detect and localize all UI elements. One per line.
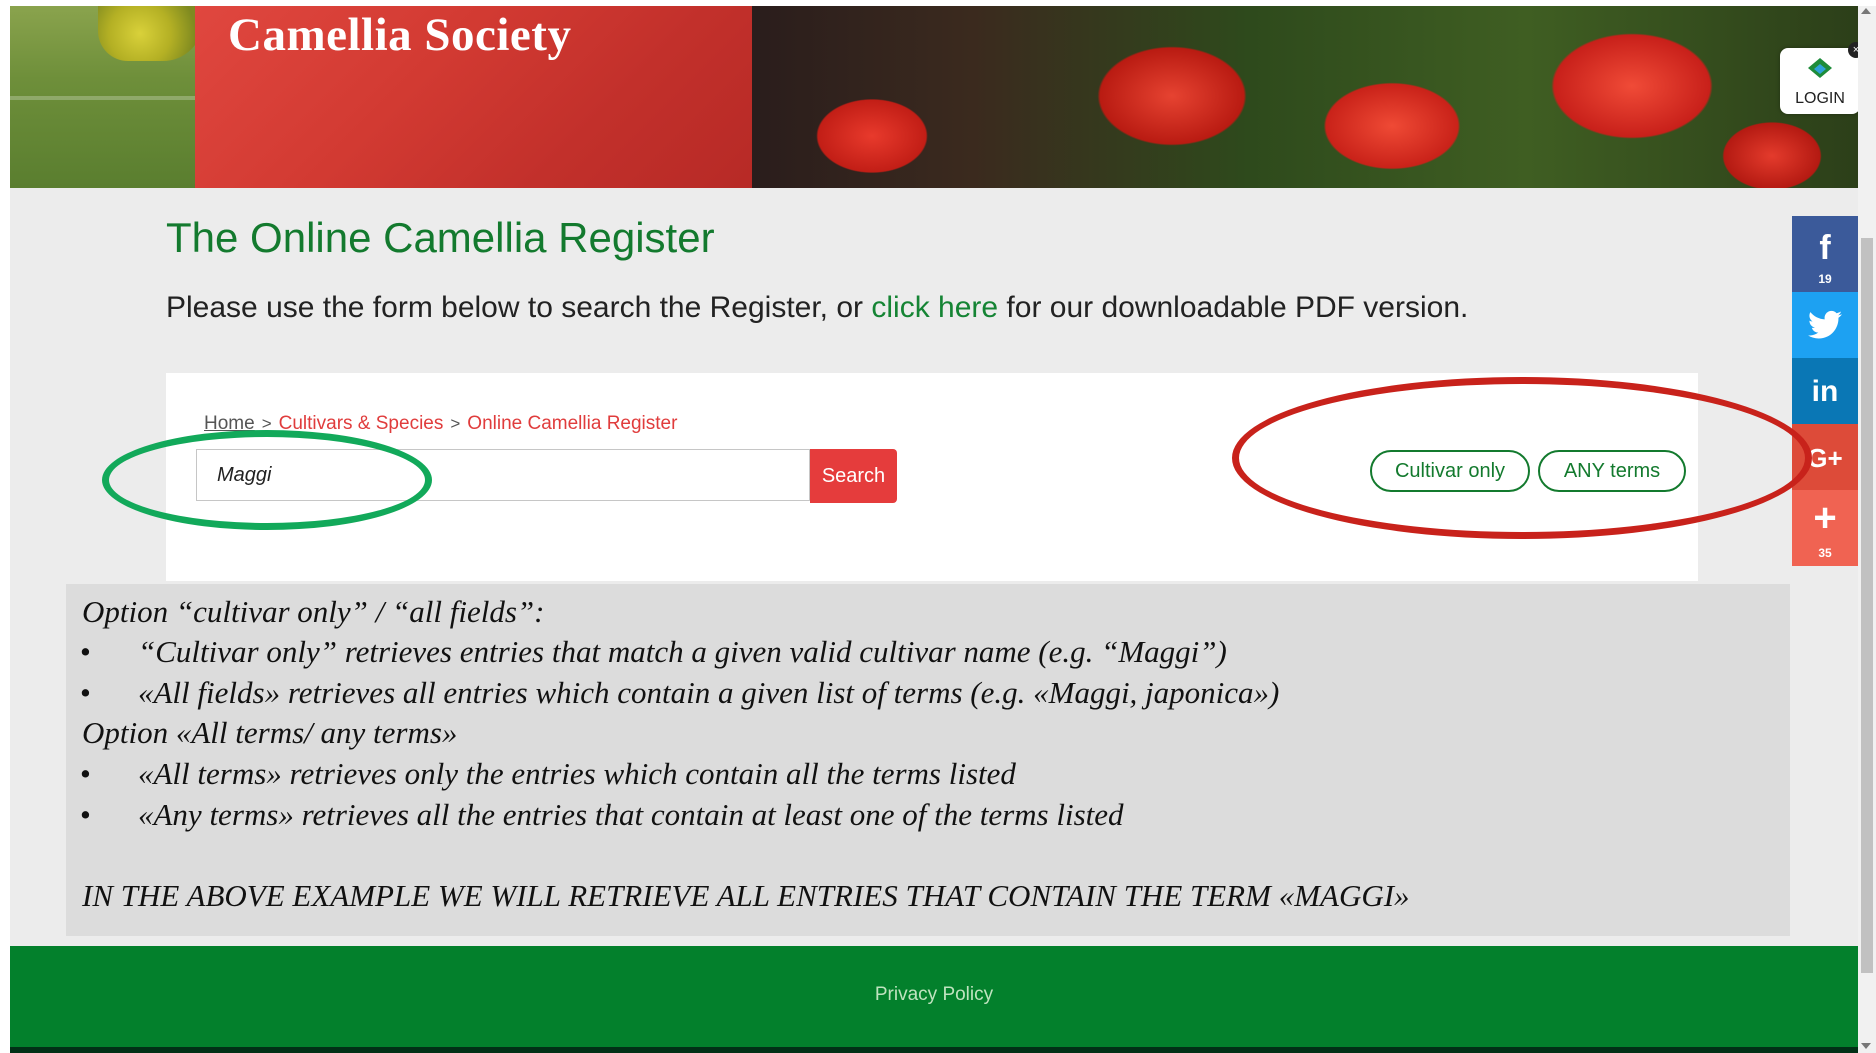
banner-camellia-image — [752, 6, 1858, 188]
facebook-share-button[interactable]: f 19 — [1792, 216, 1858, 292]
twitter-share-button[interactable] — [1792, 292, 1858, 358]
notes-all-terms: «All terms» retrieves only the entries w… — [138, 756, 1016, 791]
notes-cultivar-only: “Cultivar only” retrieves entries that m… — [138, 634, 1227, 669]
social-share-bar: f 19 in G+ + 35 — [1792, 216, 1858, 566]
intro-text-after: for our downloadable PDF version. — [998, 291, 1469, 324]
banner-lawn-stripe — [10, 96, 195, 100]
site-title[interactable]: Camellia Society — [228, 8, 571, 62]
notes-bullet: • — [80, 797, 91, 832]
notes-heading-cultivar: Option “cultivar only” / “all fields”: — [82, 594, 545, 629]
banner-shrub — [98, 6, 203, 61]
scrollbar-thumb[interactable] — [1861, 238, 1873, 973]
notes-heading-terms: Option «All terms/ any terms» — [82, 715, 458, 750]
notes-conclusion: IN THE ABOVE EXAMPLE WE WILL RETRIEVE AL… — [82, 878, 1410, 913]
header-banner: Camellia Society — [10, 6, 1858, 188]
pdf-download-link[interactable]: click here — [871, 291, 998, 324]
breadcrumb-separator-icon: > — [450, 414, 461, 433]
facebook-icon: f — [1819, 229, 1831, 267]
scroll-down-arrow-icon[interactable] — [1861, 1043, 1871, 1049]
search-highlight-ellipse — [102, 430, 432, 530]
more-share-button[interactable]: + 35 — [1792, 490, 1858, 566]
close-icon[interactable]: × — [1848, 42, 1858, 58]
intro-text-before: Please use the form below to search the … — [166, 291, 872, 324]
scroll-up-arrow-icon[interactable] — [1861, 8, 1871, 14]
privacy-policy-link[interactable]: Privacy Policy — [10, 984, 1858, 1006]
plus-icon: + — [1813, 496, 1837, 540]
twitter-icon — [1808, 310, 1842, 339]
vertical-scrollbar[interactable] — [1858, 6, 1876, 1053]
notes-bullet: • — [80, 756, 91, 791]
linkedin-share-button[interactable]: in — [1792, 358, 1858, 424]
intro-text: Please use the form below to search the … — [166, 291, 1468, 325]
options-highlight-ellipse — [1232, 377, 1812, 539]
notes-bullet: • — [80, 675, 91, 710]
site-footer: Privacy Policy — [10, 946, 1858, 1053]
search-button[interactable]: Search — [810, 449, 897, 503]
facebook-share-count: 19 — [1818, 272, 1832, 286]
notes-any-terms: «Any terms» retrieves all the entries th… — [138, 797, 1124, 832]
login-button[interactable]: LOGIN × — [1780, 42, 1858, 114]
linkedin-icon: in — [1811, 375, 1839, 408]
banner-grass-image — [10, 6, 203, 188]
breadcrumb-current[interactable]: Online Camellia Register — [467, 413, 677, 434]
page-title: The Online Camellia Register — [166, 214, 715, 261]
notes-bullet: • — [80, 634, 91, 669]
login-logo-icon — [1808, 58, 1832, 78]
notes-all-fields: «All fields» retrieves all entries which… — [138, 675, 1280, 710]
more-share-count: 35 — [1818, 546, 1832, 560]
annotation-notes: Option “cultivar only” / “all fields”: •… — [66, 584, 1790, 936]
login-label: LOGIN — [1795, 90, 1845, 107]
